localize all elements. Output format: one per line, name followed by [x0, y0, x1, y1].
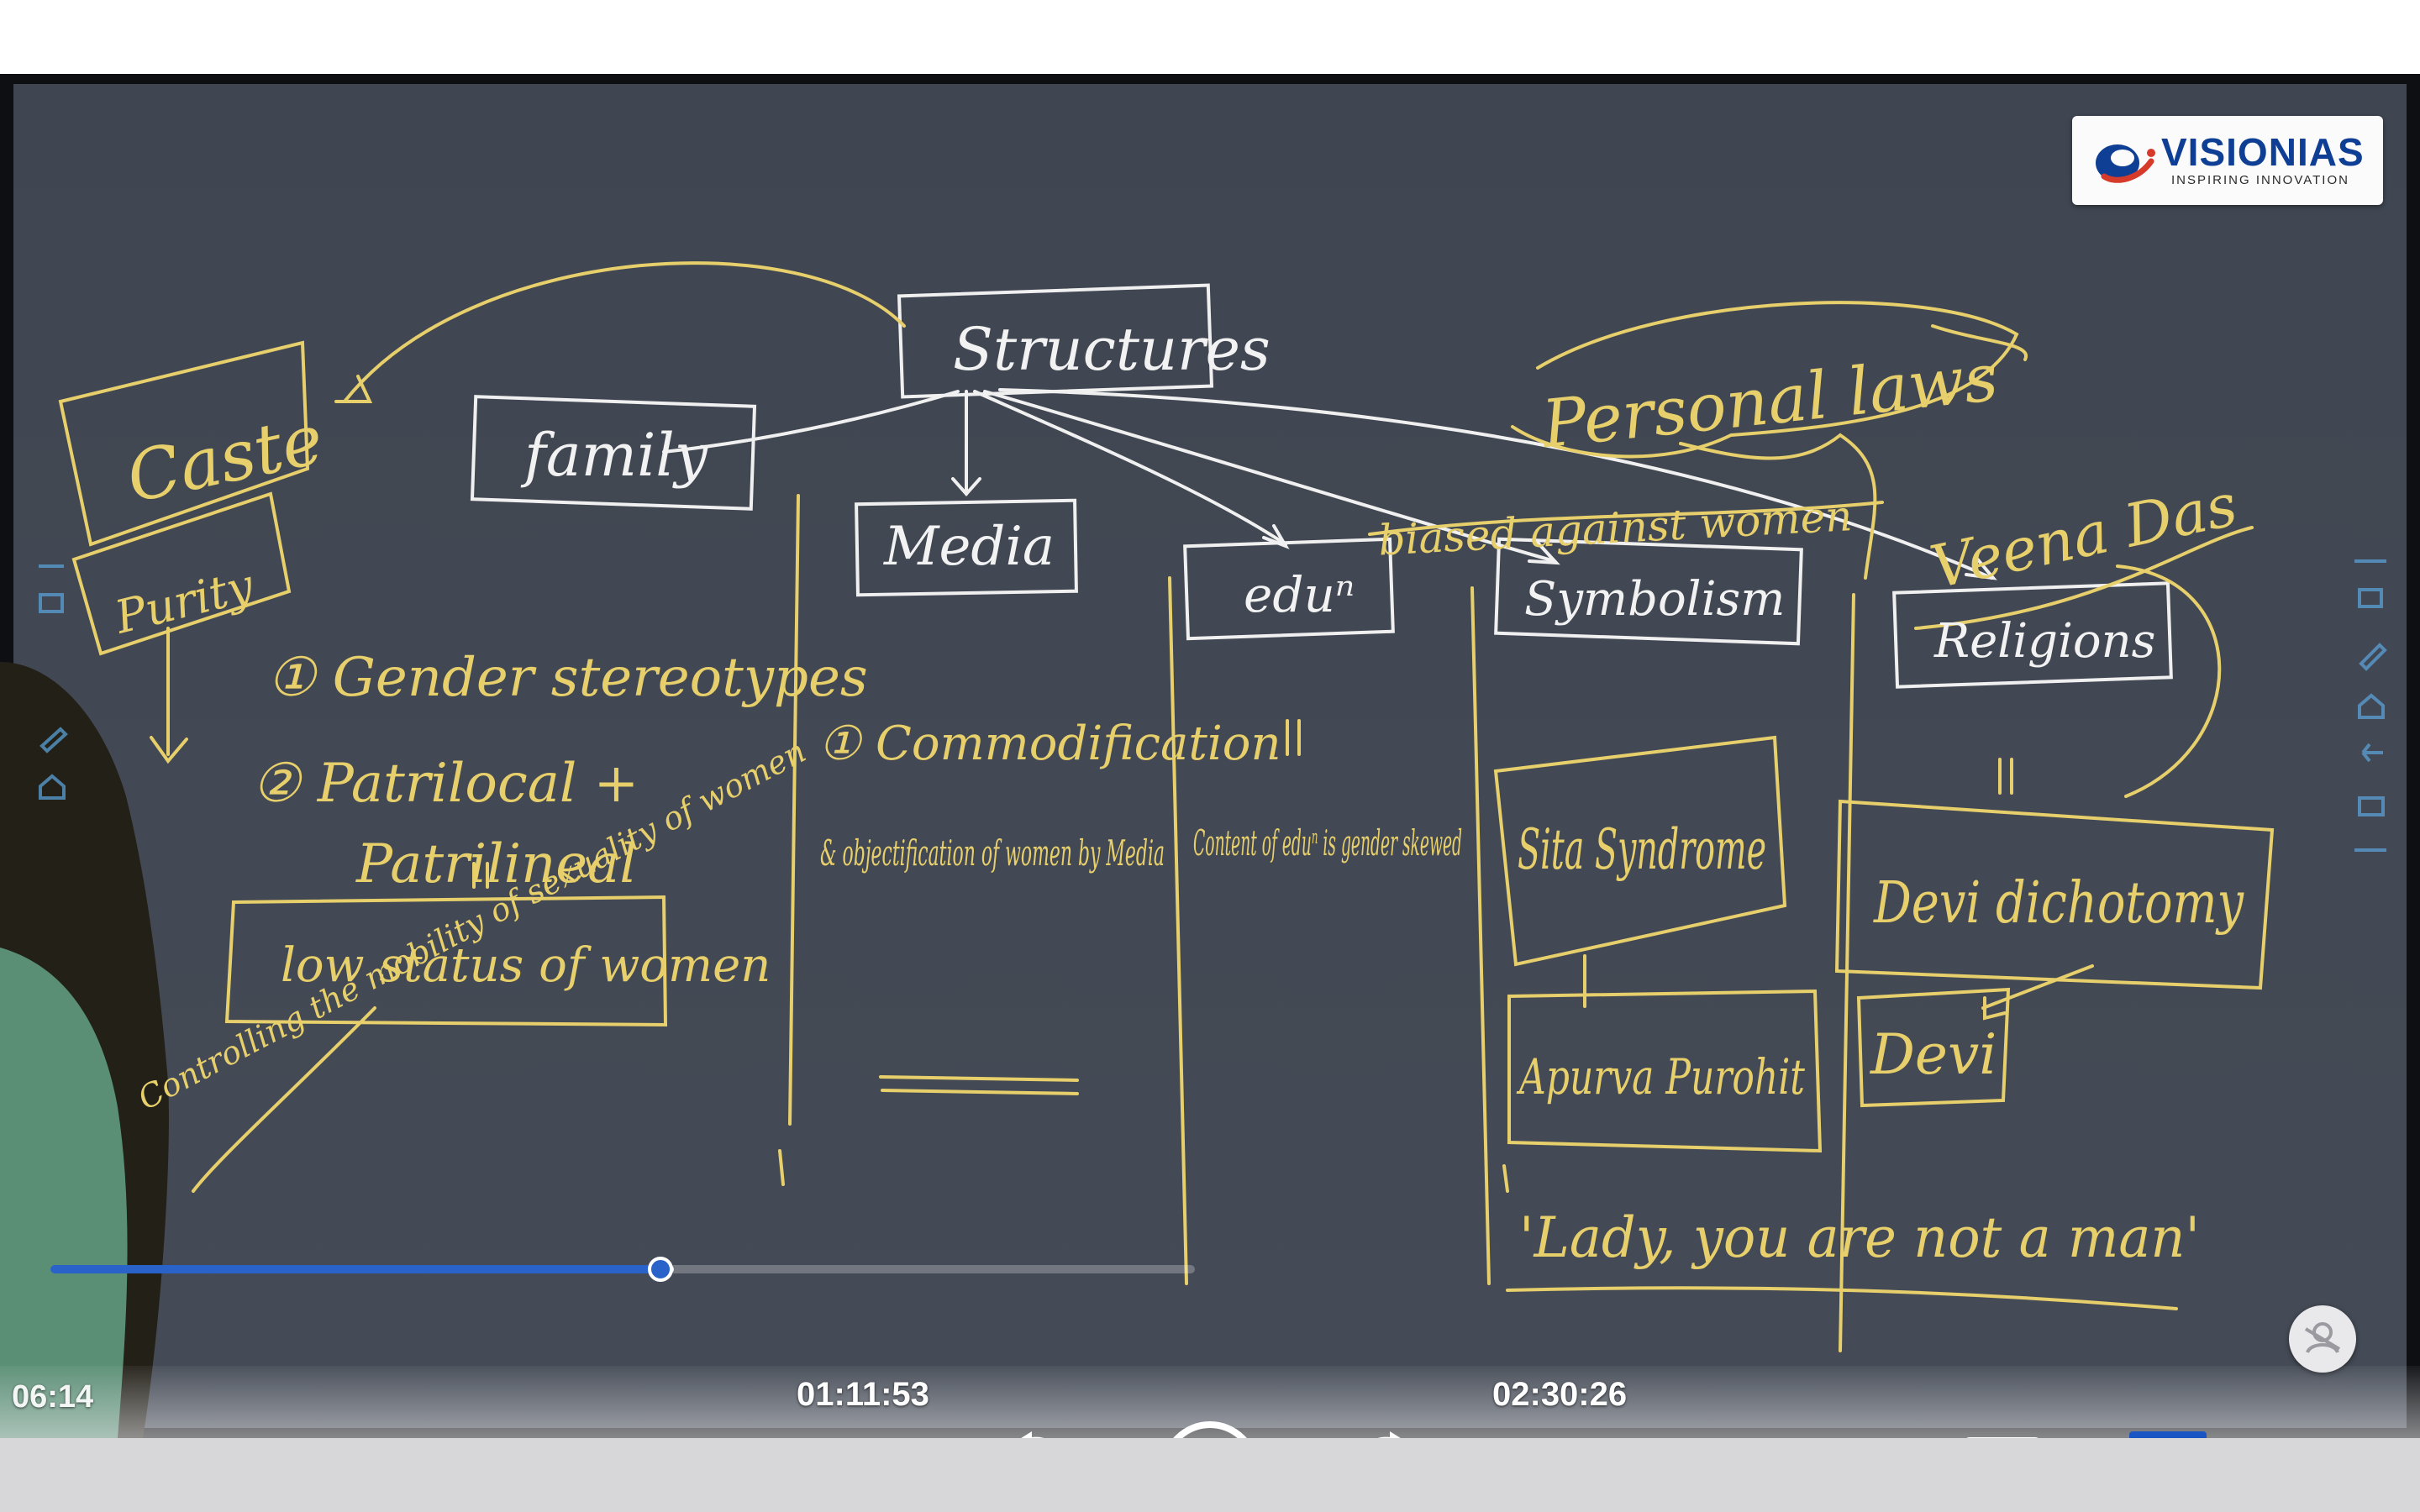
- patrilocal-label: ② Patrilocal +: [252, 753, 639, 815]
- symbolism-label: Symbolism: [1524, 572, 1785, 627]
- lady-quote-label: 'Lady, you are not a man': [1519, 1205, 2200, 1270]
- bottom-bar: [0, 1438, 2420, 1512]
- commodification-label: ① Commodification: [818, 717, 1281, 771]
- structures-label: Structures: [953, 315, 1270, 384]
- objectification-text: & objectification of women by Media: [820, 832, 1165, 874]
- forward-10-button[interactable]: 10: [1353, 1430, 1428, 1438]
- seek-played: [50, 1265, 660, 1273]
- family-label: family: [520, 421, 709, 490]
- seek-bar[interactable]: [50, 1257, 1195, 1282]
- quality-badge: Auto: [2129, 1431, 2207, 1438]
- sita-syndrome-label: Sita Syndrome: [1518, 817, 1766, 882]
- user-avatar-button[interactable]: [2289, 1305, 2356, 1373]
- rewind-icon: 10: [1021, 1431, 1044, 1438]
- forward-icon: 10: [1377, 1431, 1401, 1438]
- devi-dichotomy-label: Devi dichotomy: [1872, 870, 2244, 937]
- user-icon: [2304, 1322, 2341, 1354]
- apurva-purohit-label: Apurva Purohit: [1516, 1048, 1805, 1105]
- logo-text: VISIONIAS: [2161, 129, 2365, 175]
- rewind-10-button[interactable]: 10: [993, 1430, 1069, 1438]
- religions-label: Religions: [1933, 614, 2155, 669]
- seek-handle[interactable]: [647, 1257, 673, 1282]
- play-button[interactable]: [1158, 1418, 1262, 1438]
- content-edu-label: Content of eduⁿ is gender skewed: [1193, 822, 1462, 864]
- logo-brand: VISION: [2161, 130, 2297, 174]
- devi-label: Devi: [1870, 1022, 1996, 1087]
- logo-brand-accent: IAS: [2296, 130, 2365, 174]
- edu-label: eduⁿ: [1244, 566, 1355, 623]
- logo-tagline: INSPIRING INNOVATION: [2171, 173, 2349, 187]
- elapsed-time: 06:14: [12, 1379, 94, 1415]
- media-label: Media: [883, 516, 1055, 578]
- total-time: 02:30:26: [1492, 1376, 1628, 1413]
- objectification-label: & objectification of women by Media: [820, 832, 1165, 874]
- play-icon: [1173, 1421, 1247, 1438]
- chalkboard: Structures family Media eduⁿ Symbolism R…: [0, 84, 2407, 1438]
- logo-mark-icon: [2096, 144, 2155, 183]
- video-frame[interactable]: Structures family Media eduⁿ Symbolism R…: [0, 74, 2420, 1438]
- visionias-logo: VISIONIAS INSPIRING INNOVATION: [2072, 116, 2383, 205]
- current-time: 01:11:53: [797, 1376, 929, 1413]
- gender-stereotypes-label: ① Gender stereotypes: [267, 647, 868, 709]
